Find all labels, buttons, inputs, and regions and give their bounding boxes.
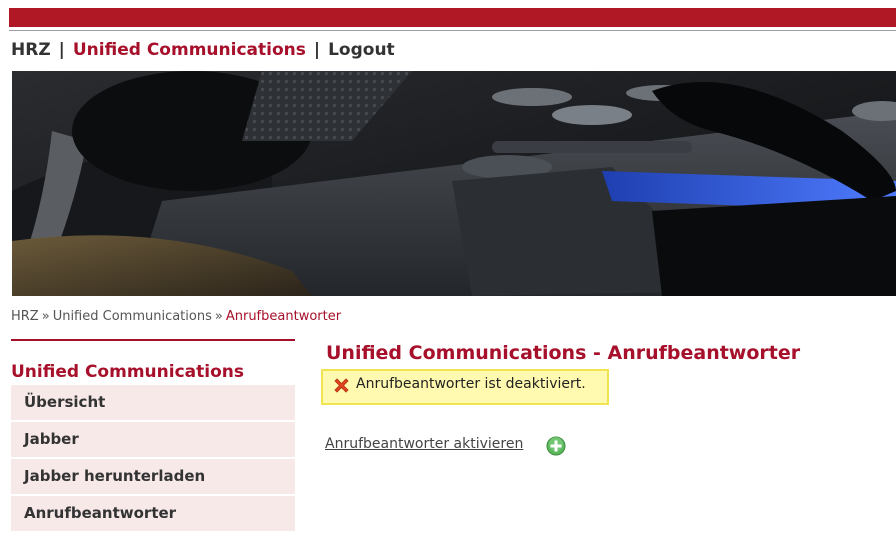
breadcrumb: HRZ» Unified Communications» Anrufbeantwor… bbox=[11, 309, 341, 324]
nav-hrz-link[interactable]: HRZ bbox=[11, 40, 51, 60]
nav-separator: | bbox=[58, 40, 65, 60]
sidebar-item-jabber-herunterladen[interactable]: Jabber herunterladen bbox=[11, 459, 295, 494]
status-message-text: Anrufbeantworter ist deaktiviert. bbox=[356, 376, 586, 392]
page-title: Unified Communications - Anrufbeantworte… bbox=[326, 342, 801, 364]
nav-separator: | bbox=[313, 40, 321, 60]
top-navigation: HRZ | Unified Communications | Logout bbox=[11, 40, 395, 60]
nav-logout-link[interactable]: Logout bbox=[328, 40, 395, 60]
sidebar: Unified Communications Übersicht Jabber … bbox=[11, 339, 295, 533]
sidebar-item-jabber[interactable]: Jabber bbox=[11, 422, 295, 457]
activate-voicemail-link[interactable]: Anrufbeantworter aktivieren bbox=[325, 436, 523, 452]
breadcrumb-separator: » bbox=[214, 309, 223, 324]
sidebar-item-anrufbeantworter[interactable]: Anrufbeantworter bbox=[11, 496, 295, 531]
breadcrumb-separator: » bbox=[41, 309, 50, 324]
breadcrumb-current: Anrufbeantworter bbox=[225, 309, 342, 324]
nav-unified-communications-link[interactable]: Unified Communications bbox=[73, 40, 306, 60]
status-message: Anrufbeantworter ist deaktiviert. bbox=[321, 369, 609, 405]
sidebar-item-uebersicht[interactable]: Übersicht bbox=[11, 385, 295, 420]
top-red-bar bbox=[9, 8, 896, 27]
phone-photo-banner bbox=[12, 71, 896, 296]
top-divider bbox=[9, 30, 896, 31]
error-x-icon bbox=[334, 378, 349, 393]
breadcrumb-hrz[interactable]: HRZ bbox=[11, 309, 39, 324]
add-plus-icon[interactable] bbox=[546, 436, 566, 456]
breadcrumb-unified-communications[interactable]: Unified Communications bbox=[53, 309, 212, 324]
header-banner-image bbox=[12, 71, 896, 296]
sidebar-title: Unified Communications bbox=[11, 362, 244, 382]
